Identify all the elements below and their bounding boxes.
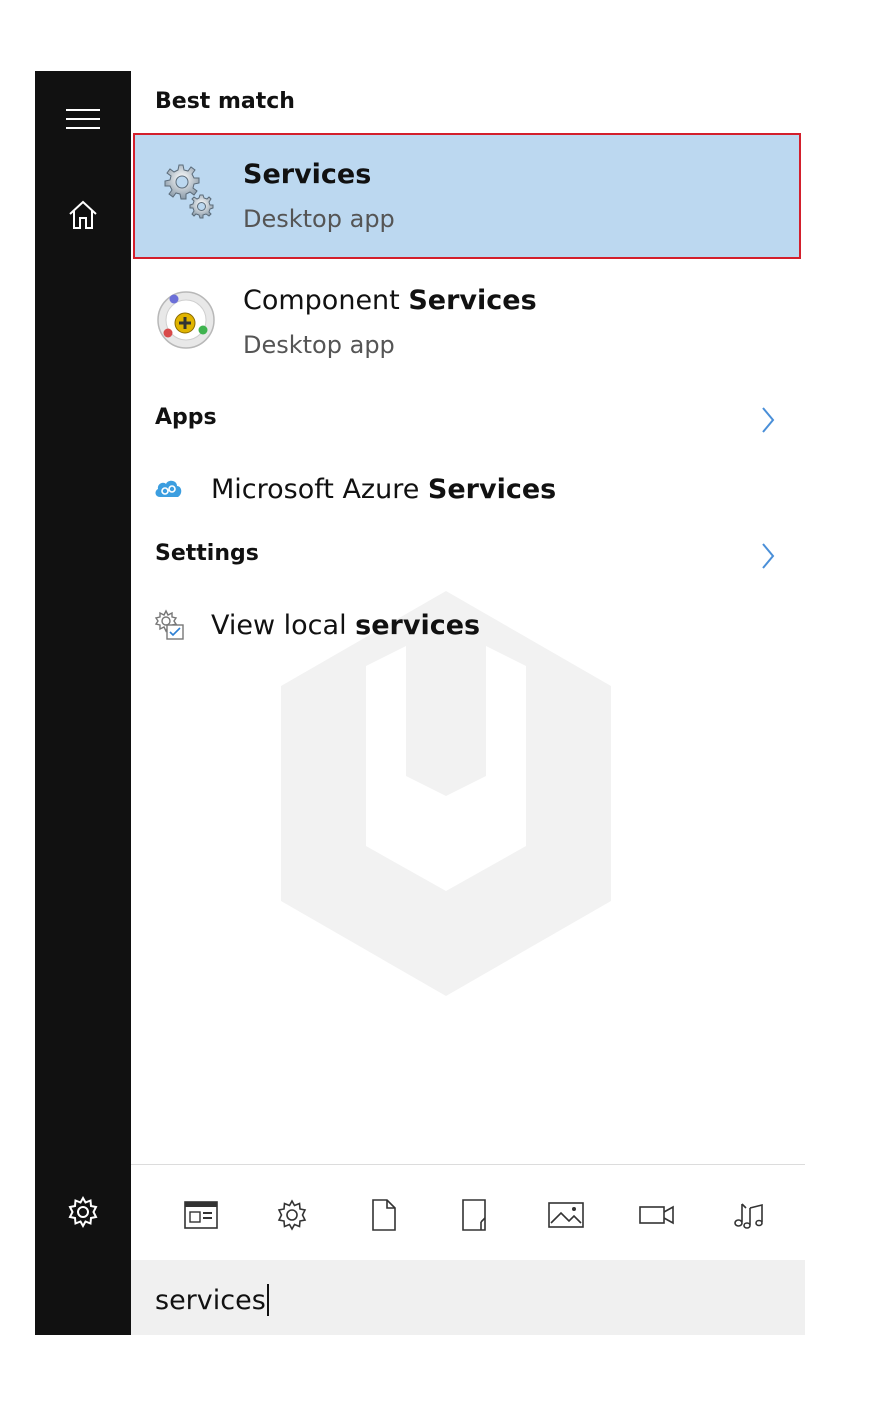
search-input[interactable]: services [155, 1284, 269, 1316]
hamburger-icon [66, 109, 100, 129]
component-services-title: Component Services [243, 285, 537, 316]
gear-icon [68, 1195, 98, 1229]
azure-cloud-icon [155, 480, 182, 497]
documents-filter-button[interactable] [362, 1193, 406, 1237]
component-services-result[interactable]: Component Services Desktop app [133, 259, 801, 385]
apps-filter-button[interactable] [179, 1193, 223, 1237]
services-result[interactable]: Services Desktop app [133, 133, 801, 259]
photos-filter-button[interactable] [544, 1193, 588, 1237]
azure-services-label: Microsoft Azure Services [211, 474, 556, 505]
start-sidebar [35, 71, 131, 1335]
component-services-subtitle: Desktop app [243, 331, 395, 359]
azure-services-result[interactable]: Microsoft Azure Services [153, 467, 773, 511]
apps-expand-button[interactable] [751, 403, 785, 437]
search-input-text: services [155, 1285, 266, 1316]
videos-filter-button[interactable] [635, 1193, 679, 1237]
settings-button[interactable] [35, 1182, 131, 1242]
chevron-right-icon [762, 543, 775, 569]
best-match-header: Best match [155, 89, 295, 114]
documents-filter-icon [372, 1199, 396, 1231]
services-subtitle: Desktop app [243, 205, 395, 233]
text-caret [266, 1284, 269, 1316]
folders-filter-icon [462, 1199, 486, 1231]
folders-filter-button[interactable] [453, 1193, 497, 1237]
search-box[interactable]: services [131, 1260, 805, 1335]
watermark-logo-icon [281, 591, 611, 996]
music-filter-icon [734, 1203, 763, 1229]
photos-filter-icon [548, 1202, 584, 1228]
search-results-panel: Best match Services Desktop app Componen… [131, 71, 805, 1335]
view-local-services-prefix: View local [211, 609, 356, 641]
apps-header: Apps [155, 405, 217, 430]
apps-filter-icon [184, 1201, 218, 1229]
local-services-icon [154, 609, 184, 640]
view-local-services-result[interactable]: View local services [153, 603, 773, 647]
settings-filter-icon [277, 1199, 307, 1231]
videos-filter-icon [639, 1205, 674, 1225]
settings-filter-button[interactable] [270, 1193, 314, 1237]
component-services-title-bold: Services [408, 285, 537, 316]
services-gears-icon [164, 164, 214, 219]
services-title: Services [243, 159, 372, 190]
azure-services-label-bold: Services [427, 473, 557, 505]
hamburger-menu-button[interactable] [35, 89, 131, 149]
chevron-right-icon [762, 407, 775, 433]
music-filter-button[interactable] [727, 1193, 771, 1237]
settings-expand-button[interactable] [751, 539, 785, 573]
settings-header: Settings [155, 541, 259, 566]
component-services-title-prefix: Component [243, 285, 409, 316]
view-local-services-bold: services [355, 609, 481, 641]
home-button[interactable] [35, 185, 131, 245]
component-services-icon [157, 291, 215, 349]
home-icon [69, 200, 97, 229]
azure-services-label-prefix: Microsoft Azure [211, 473, 428, 505]
view-local-services-label: View local services [211, 610, 480, 641]
search-filter-bar [131, 1164, 805, 1261]
